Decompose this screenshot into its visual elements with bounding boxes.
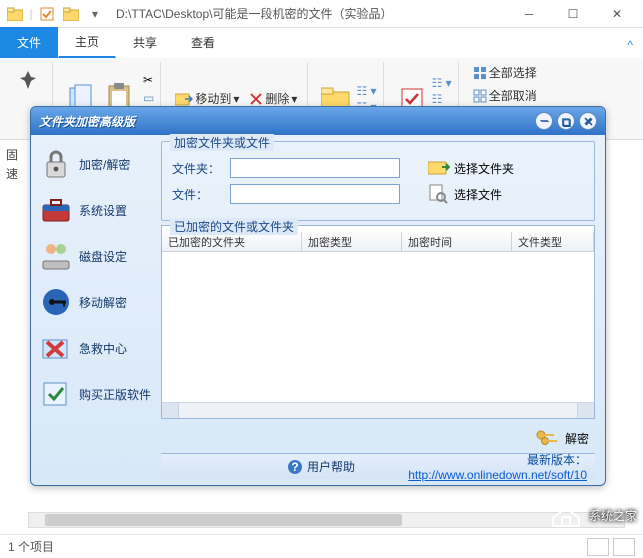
rescue-icon [41, 333, 71, 363]
folder-label: 文件夹： [172, 160, 222, 177]
decrypt-label: 解密 [565, 430, 589, 447]
users-disk-icon [41, 241, 71, 271]
left-truncated-labels: 固 速 [6, 142, 32, 182]
dialog-maximize-button[interactable]: ◻ [557, 112, 575, 130]
keys-icon [535, 427, 557, 449]
explorer-hscrollbar[interactable] [28, 512, 625, 528]
tab-file[interactable]: 文件 [0, 27, 58, 58]
watermark: 系统之家 [549, 502, 637, 528]
sidebar-label-rescue: 急救中心 [79, 340, 127, 357]
col-filetype[interactable]: 文件类型 [512, 232, 594, 251]
view-buttons [587, 538, 635, 556]
tab-home[interactable]: 主页 [58, 26, 116, 58]
view-details-button[interactable] [587, 538, 609, 556]
open-icon[interactable]: ☷ ▾ [432, 76, 452, 90]
dialog-sidebar: 加密/解密 系统设置 磁盘设定 移动解密 急救中心 购买正版软件 [31, 135, 161, 485]
folder-arrow-icon [428, 158, 448, 178]
decrypt-button[interactable]: 解密 [535, 427, 589, 449]
ribbon-tabs: 文件 主页 共享 查看 ^ [0, 28, 643, 58]
watermark-text: 系统之家 [589, 507, 637, 524]
tab-view[interactable]: 查看 [174, 27, 232, 58]
status-count: 1 个项目 [8, 538, 54, 555]
edit-icon[interactable]: ☷ [432, 92, 452, 106]
toolbox-icon [41, 195, 71, 225]
explorer-titlebar: | ▾ D:\TTAC\Desktop\可能是一段机密的文件（实验品） ─ ☐ … [0, 0, 643, 28]
sidebar-label-mobile: 移动解密 [79, 294, 127, 311]
table-body[interactable] [162, 252, 594, 402]
sidebar-item-encrypt[interactable]: 加密/解密 [37, 147, 155, 181]
dialog-minimize-button[interactable]: ─ [535, 112, 553, 130]
checkbox-icon[interactable] [36, 3, 58, 25]
sidebar-item-settings[interactable]: 系统设置 [37, 193, 155, 227]
folder-icon[interactable] [4, 3, 26, 25]
version-info: 最新版本： http://www.onlinedown.net/soft/10 [363, 451, 587, 482]
select-none-label: 全部取消 [489, 87, 537, 104]
svg-text:?: ? [291, 460, 298, 474]
help-label: 用户帮助 [307, 458, 355, 475]
new-item-icon[interactable]: ☷ ▾ [356, 84, 376, 98]
sidebar-label-settings: 系统设置 [79, 202, 127, 219]
sidebar-label-disk: 磁盘设定 [79, 248, 127, 265]
sidebar-item-disk[interactable]: 磁盘设定 [37, 239, 155, 273]
quick-access-toolbar: | ▾ [4, 3, 106, 25]
encrypt-fieldset: 加密文件夹或文件 文件夹： 选择文件夹 文件： 选择文件 [161, 141, 595, 221]
move-to-label: 移动到 [195, 90, 231, 107]
help-icon: ? [287, 459, 303, 475]
ribbon-expand-icon[interactable]: ^ [617, 32, 643, 58]
table-hscrollbar[interactable] [162, 402, 594, 418]
help-button[interactable]: ? 用户帮助 [287, 458, 355, 475]
sidebar-label-buy: 购买正版软件 [79, 386, 151, 403]
dialog-panel: 加密文件夹或文件 文件夹： 选择文件夹 文件： 选择文件 [161, 135, 605, 485]
select-all-label: 全部选择 [489, 64, 537, 81]
dialog-title: 文件夹加密高级版 [39, 113, 135, 130]
qat-dropdown-icon[interactable]: ▾ [84, 3, 106, 25]
dialog-close-button[interactable]: ✕ [579, 112, 597, 130]
pick-folder-button[interactable]: 选择文件夹 [428, 158, 514, 178]
file-label: 文件： [172, 186, 222, 203]
select-all-button[interactable]: 全部选择 [469, 62, 541, 83]
watermark-logo-icon [549, 502, 583, 528]
select-none-button[interactable]: 全部取消 [469, 85, 541, 106]
col-time[interactable]: 加密时间 [402, 232, 512, 251]
version-prefix: 最新版本： [527, 453, 587, 467]
cut-icon[interactable]: ✂ [143, 73, 154, 89]
sidebar-item-rescue[interactable]: 急救中心 [37, 331, 155, 365]
lock-icon [41, 149, 71, 179]
encrypted-list-legend: 已加密的文件或文件夹 [170, 218, 298, 235]
key-disc-icon [41, 287, 71, 317]
col-type[interactable]: 加密类型 [302, 232, 402, 251]
statusbar: 1 个项目 [0, 534, 643, 558]
delete-label: 删除 [265, 90, 289, 107]
dialog-footer: ? 用户帮助 最新版本： http://www.onlinedown.net/s… [161, 453, 595, 479]
maximize-button[interactable]: ☐ [551, 0, 595, 28]
pin-icon[interactable] [10, 62, 46, 98]
sidebar-item-mobile[interactable]: 移动解密 [37, 285, 155, 319]
pick-folder-label: 选择文件夹 [454, 160, 514, 177]
pick-file-label: 选择文件 [454, 186, 502, 203]
sidebar-item-buy[interactable]: 购买正版软件 [37, 377, 155, 411]
divider: | [28, 3, 34, 25]
version-link[interactable]: http://www.onlinedown.net/soft/10 [408, 468, 587, 482]
encrypted-list-fieldset: 已加密的文件或文件夹 已加密的文件夹 加密类型 加密时间 文件类型 [161, 225, 595, 419]
file-search-icon [428, 184, 448, 204]
dialog-titlebar: 文件夹加密高级版 ─ ◻ ✕ [31, 107, 605, 135]
window-controls: ─ ☐ ✕ [507, 0, 639, 28]
encryption-dialog: 文件夹加密高级版 ─ ◻ ✕ 加密/解密 系统设置 磁盘设定 移动解密 [30, 106, 606, 486]
file-input[interactable] [230, 184, 400, 204]
path-text: D:\TTAC\Desktop\可能是一段机密的文件（实验品） [116, 5, 507, 22]
table-header: 已加密的文件夹 加密类型 加密时间 文件类型 [162, 232, 594, 252]
sidebar-label-encrypt: 加密/解密 [79, 156, 130, 173]
tab-share[interactable]: 共享 [116, 27, 174, 58]
minimize-button[interactable]: ─ [507, 0, 551, 28]
close-button[interactable]: ✕ [595, 0, 639, 28]
qat-folder-icon[interactable] [60, 3, 82, 25]
view-icons-button[interactable] [613, 538, 635, 556]
left-label-2: 速 [6, 165, 32, 182]
folder-input[interactable] [230, 158, 400, 178]
left-label-1: 固 [6, 146, 32, 163]
pick-file-button[interactable]: 选择文件 [428, 184, 502, 204]
copy-path-icon[interactable]: ▭ [143, 91, 154, 107]
buy-icon [41, 379, 71, 409]
encrypt-legend: 加密文件夹或文件 [170, 134, 274, 151]
